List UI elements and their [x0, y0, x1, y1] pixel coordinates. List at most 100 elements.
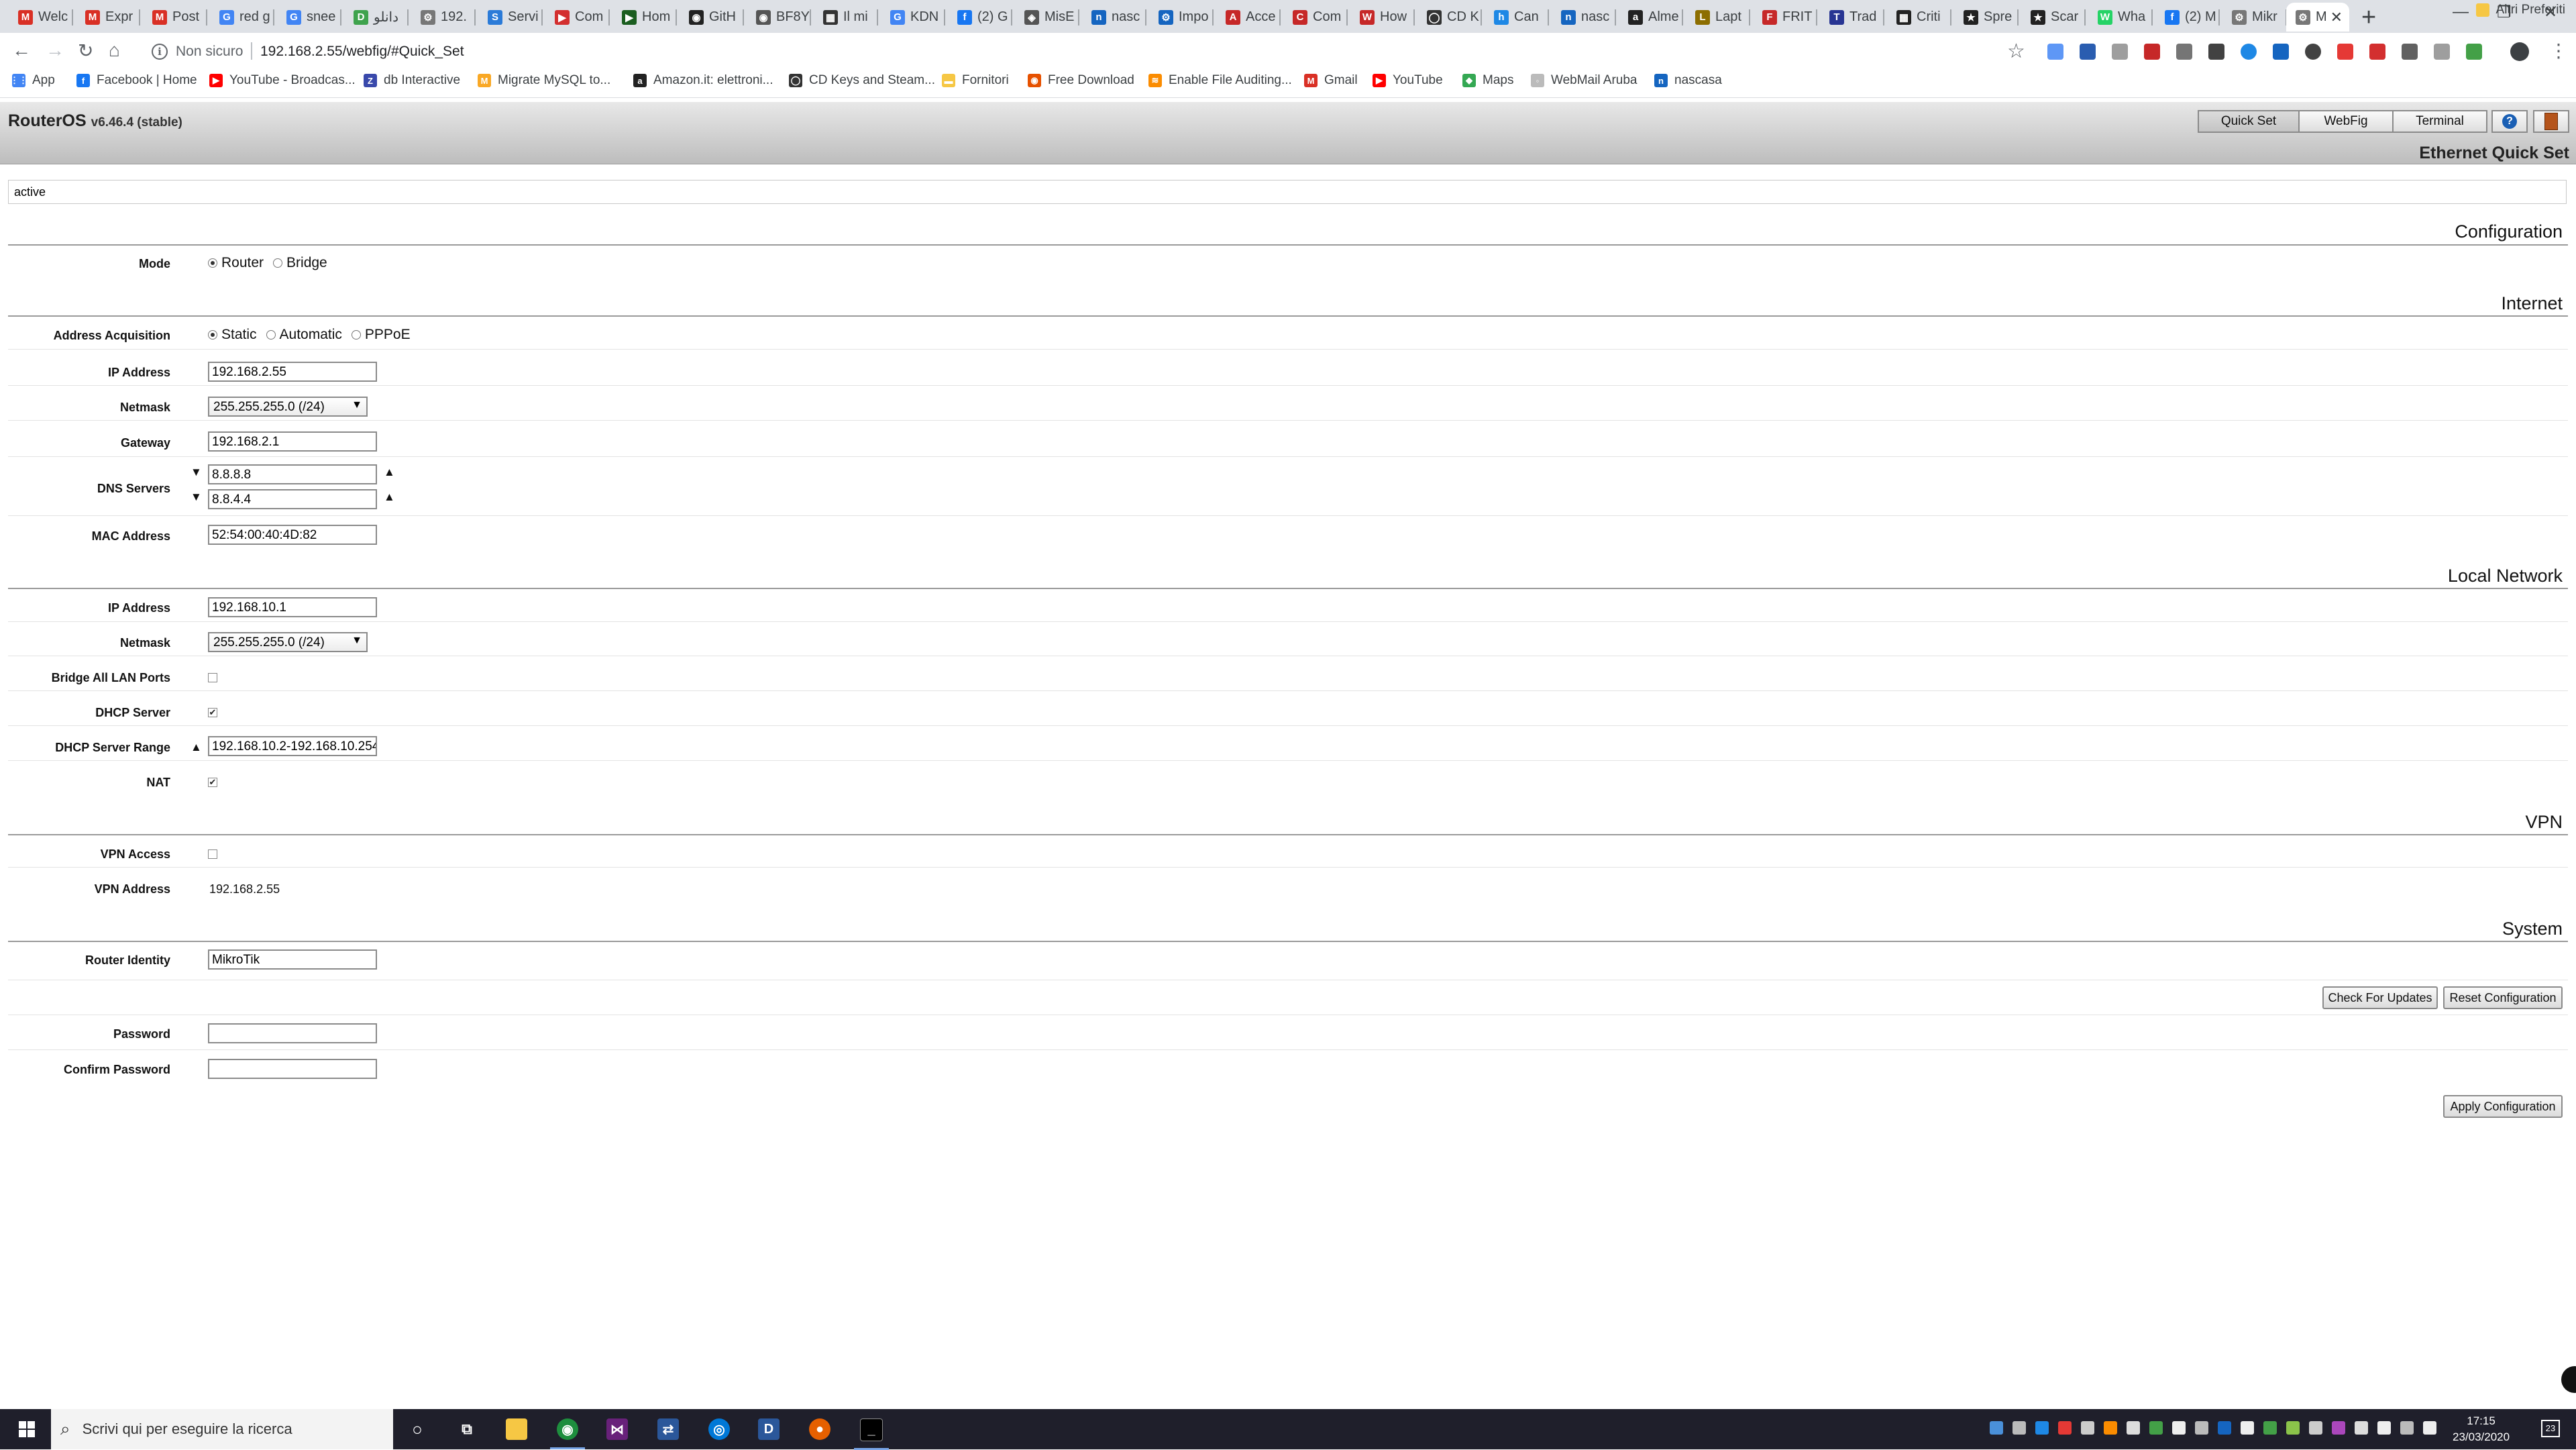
browser-tab[interactable]: M Expr — [76, 3, 140, 32]
reset-configuration-button[interactable]: Reset Configuration — [2443, 986, 2563, 1009]
browser-tab[interactable]: ◯ CD K — [1417, 3, 1482, 32]
dns-remove-icon[interactable]: ▼ — [191, 466, 202, 479]
browser-tab[interactable]: ◈ MisE — [1015, 3, 1079, 32]
browser-tab[interactable]: h Can — [1485, 3, 1549, 32]
tray-icon[interactable] — [2058, 1421, 2072, 1435]
wan-ip-input[interactable]: 192.168.2.55 — [208, 362, 377, 382]
tab-webfig[interactable]: WebFig — [2298, 110, 2394, 133]
address-bar[interactable]: 192.168.2.55/webfig/#Quick_Set — [260, 44, 464, 60]
bookmark-item[interactable]: ◯ CD Keys and Steam... — [789, 73, 935, 88]
browser-tab[interactable]: ★ Scar — [2021, 3, 2086, 32]
browser-tab[interactable]: ⚙ Impo — [1149, 3, 1214, 32]
other-bookmarks[interactable]: Altri Preferiti — [2475, 3, 2565, 17]
browser-tab[interactable]: C Com — [1283, 3, 1348, 32]
avatar[interactable] — [2510, 42, 2529, 61]
radio-dot[interactable] — [273, 258, 283, 268]
bookmark-item[interactable]: ⋮⋮ App — [10, 73, 55, 88]
extension-icon[interactable] — [2369, 44, 2385, 60]
bookmark-item[interactable]: ◉ Free Download — [1028, 73, 1134, 88]
dns-remove-icon[interactable]: ▼ — [191, 490, 202, 504]
tray-icon[interactable] — [2241, 1421, 2254, 1435]
bookmark-item[interactable]: f Facebook | Home — [76, 73, 197, 88]
acq-static-radio[interactable]: Static — [208, 327, 257, 343]
radio-dot[interactable] — [266, 330, 276, 340]
acq-automatic-radio[interactable]: Automatic — [266, 327, 342, 343]
dhcp-server-checkbox[interactable]: ✔ — [208, 708, 217, 717]
bookmark-item[interactable]: Zdb Interactive — [364, 73, 460, 88]
browser-tab[interactable]: D دانلو — [344, 3, 409, 32]
app-icon[interactable]: D — [758, 1418, 780, 1440]
dns-server-1-input[interactable]: 8.8.8.8 — [208, 464, 377, 484]
browser-tab[interactable]: Gsnee — [277, 3, 341, 32]
bookmark-item[interactable]: M Gmail — [1304, 73, 1358, 88]
bookmark-item[interactable]: ▶ YouTube — [1373, 73, 1443, 88]
radio-dot[interactable] — [208, 330, 217, 340]
minimize-button[interactable]: — — [2453, 3, 2469, 21]
browser-tab[interactable]: G KDN — [881, 3, 945, 32]
nat-checkbox[interactable]: ✔ — [208, 778, 217, 787]
bookmark-item[interactable]: ≋ Enable File Auditing... — [1148, 73, 1292, 88]
tray-icon[interactable] — [2332, 1421, 2345, 1435]
browser-tab[interactable]: W How — [1350, 3, 1415, 32]
bookmark-item[interactable]: ◦ WebMail Aruba — [1531, 73, 1638, 88]
browser-tab[interactable]: ◉ GitH — [680, 3, 744, 32]
browser-tab[interactable]: F FRIT — [1753, 3, 1817, 32]
dhcp-range-input[interactable]: 192.168.10.2-192.168.10.254 — [208, 736, 377, 756]
security-label[interactable]: Non sicuro — [176, 44, 243, 60]
radio-dot[interactable] — [351, 330, 361, 340]
browser-tab[interactable]: n nasc — [1082, 3, 1146, 32]
gateway-input[interactable]: 192.168.2.1 — [208, 431, 377, 452]
browser-tab[interactable]: W Wha — [2088, 3, 2153, 32]
bluetooth-icon[interactable] — [2218, 1421, 2231, 1435]
password-input[interactable] — [208, 1023, 377, 1043]
extension-icon[interactable] — [2402, 44, 2418, 60]
browser-tab[interactable]: ◉ BF8Y — [747, 3, 811, 32]
bookmark-item[interactable]: a Amazon.it: elettroni... — [633, 73, 773, 88]
browser-tab[interactable]: T Trad — [1820, 3, 1884, 32]
tray-icon[interactable] — [2172, 1421, 2186, 1435]
info-icon[interactable]: i — [152, 44, 168, 60]
tray-icon[interactable] — [2195, 1421, 2208, 1435]
tab-quick-set[interactable]: Quick Set — [2198, 110, 2300, 133]
extension-icon[interactable] — [2337, 44, 2353, 60]
vpn-access-checkbox[interactable] — [208, 849, 217, 859]
browser-tab[interactable]: ⚙ 192. — [411, 3, 476, 32]
browser-tab[interactable]: A Acce — [1216, 3, 1281, 32]
new-tab-button[interactable]: + — [2361, 4, 2376, 31]
chrome-icon[interactable]: ◉ — [550, 1418, 585, 1449]
tray-icon[interactable] — [2127, 1421, 2140, 1435]
browser-tab[interactable]: f (2) M — [2155, 3, 2220, 32]
display-icon[interactable] — [2400, 1421, 2414, 1435]
browser-tab[interactable]: ⚙ Mikr — [2222, 3, 2287, 32]
menu-icon[interactable]: ⋮ — [2549, 40, 2568, 62]
forward-icon[interactable]: → — [46, 40, 64, 61]
extension-icon[interactable] — [2144, 44, 2160, 60]
nvidia-icon[interactable] — [2286, 1421, 2300, 1435]
radio-dot[interactable] — [208, 258, 217, 268]
network-icon[interactable] — [2355, 1421, 2368, 1435]
active-browser-tab[interactable]: ⚙ M ✕ — [2286, 3, 2349, 32]
check-updates-button[interactable]: Check For Updates — [2322, 986, 2438, 1009]
cortana-icon[interactable]: ○ — [407, 1418, 428, 1440]
browser-tab[interactable]: ▶ Hom — [612, 3, 677, 32]
mode-router-radio[interactable]: Router — [208, 255, 264, 271]
bookmark-item[interactable]: n nascasa — [1654, 73, 1722, 88]
wan-netmask-select[interactable]: 255.255.255.0 (/24) ▼ — [208, 397, 368, 417]
bridge-lan-ports-checkbox[interactable] — [208, 673, 217, 682]
home-icon[interactable]: ⌂ — [109, 40, 120, 61]
extension-icon[interactable] — [2241, 44, 2257, 60]
confirm-password-input[interactable] — [208, 1059, 377, 1079]
dhcp-range-collapse-icon[interactable]: ▲ — [191, 741, 202, 754]
apply-configuration-button[interactable]: Apply Configuration — [2443, 1095, 2563, 1118]
dns-server-2-input[interactable]: 8.8.4.4 — [208, 489, 377, 509]
task-view-icon[interactable]: ⧉ — [456, 1418, 478, 1440]
extension-icon[interactable] — [2176, 44, 2192, 60]
bookmark-item[interactable]: ◆ Maps — [1462, 73, 1513, 88]
tab-terminal[interactable]: Terminal — [2392, 110, 2487, 133]
windows-start-icon[interactable] — [19, 1421, 35, 1437]
bookmark-star-icon[interactable]: ☆ — [2007, 40, 2025, 63]
tray-icon[interactable] — [2104, 1421, 2117, 1435]
mode-bridge-radio[interactable]: Bridge — [273, 255, 327, 271]
tray-icon[interactable] — [2081, 1421, 2094, 1435]
bookmark-item[interactable]: ▬ Fornitori — [942, 73, 1009, 88]
